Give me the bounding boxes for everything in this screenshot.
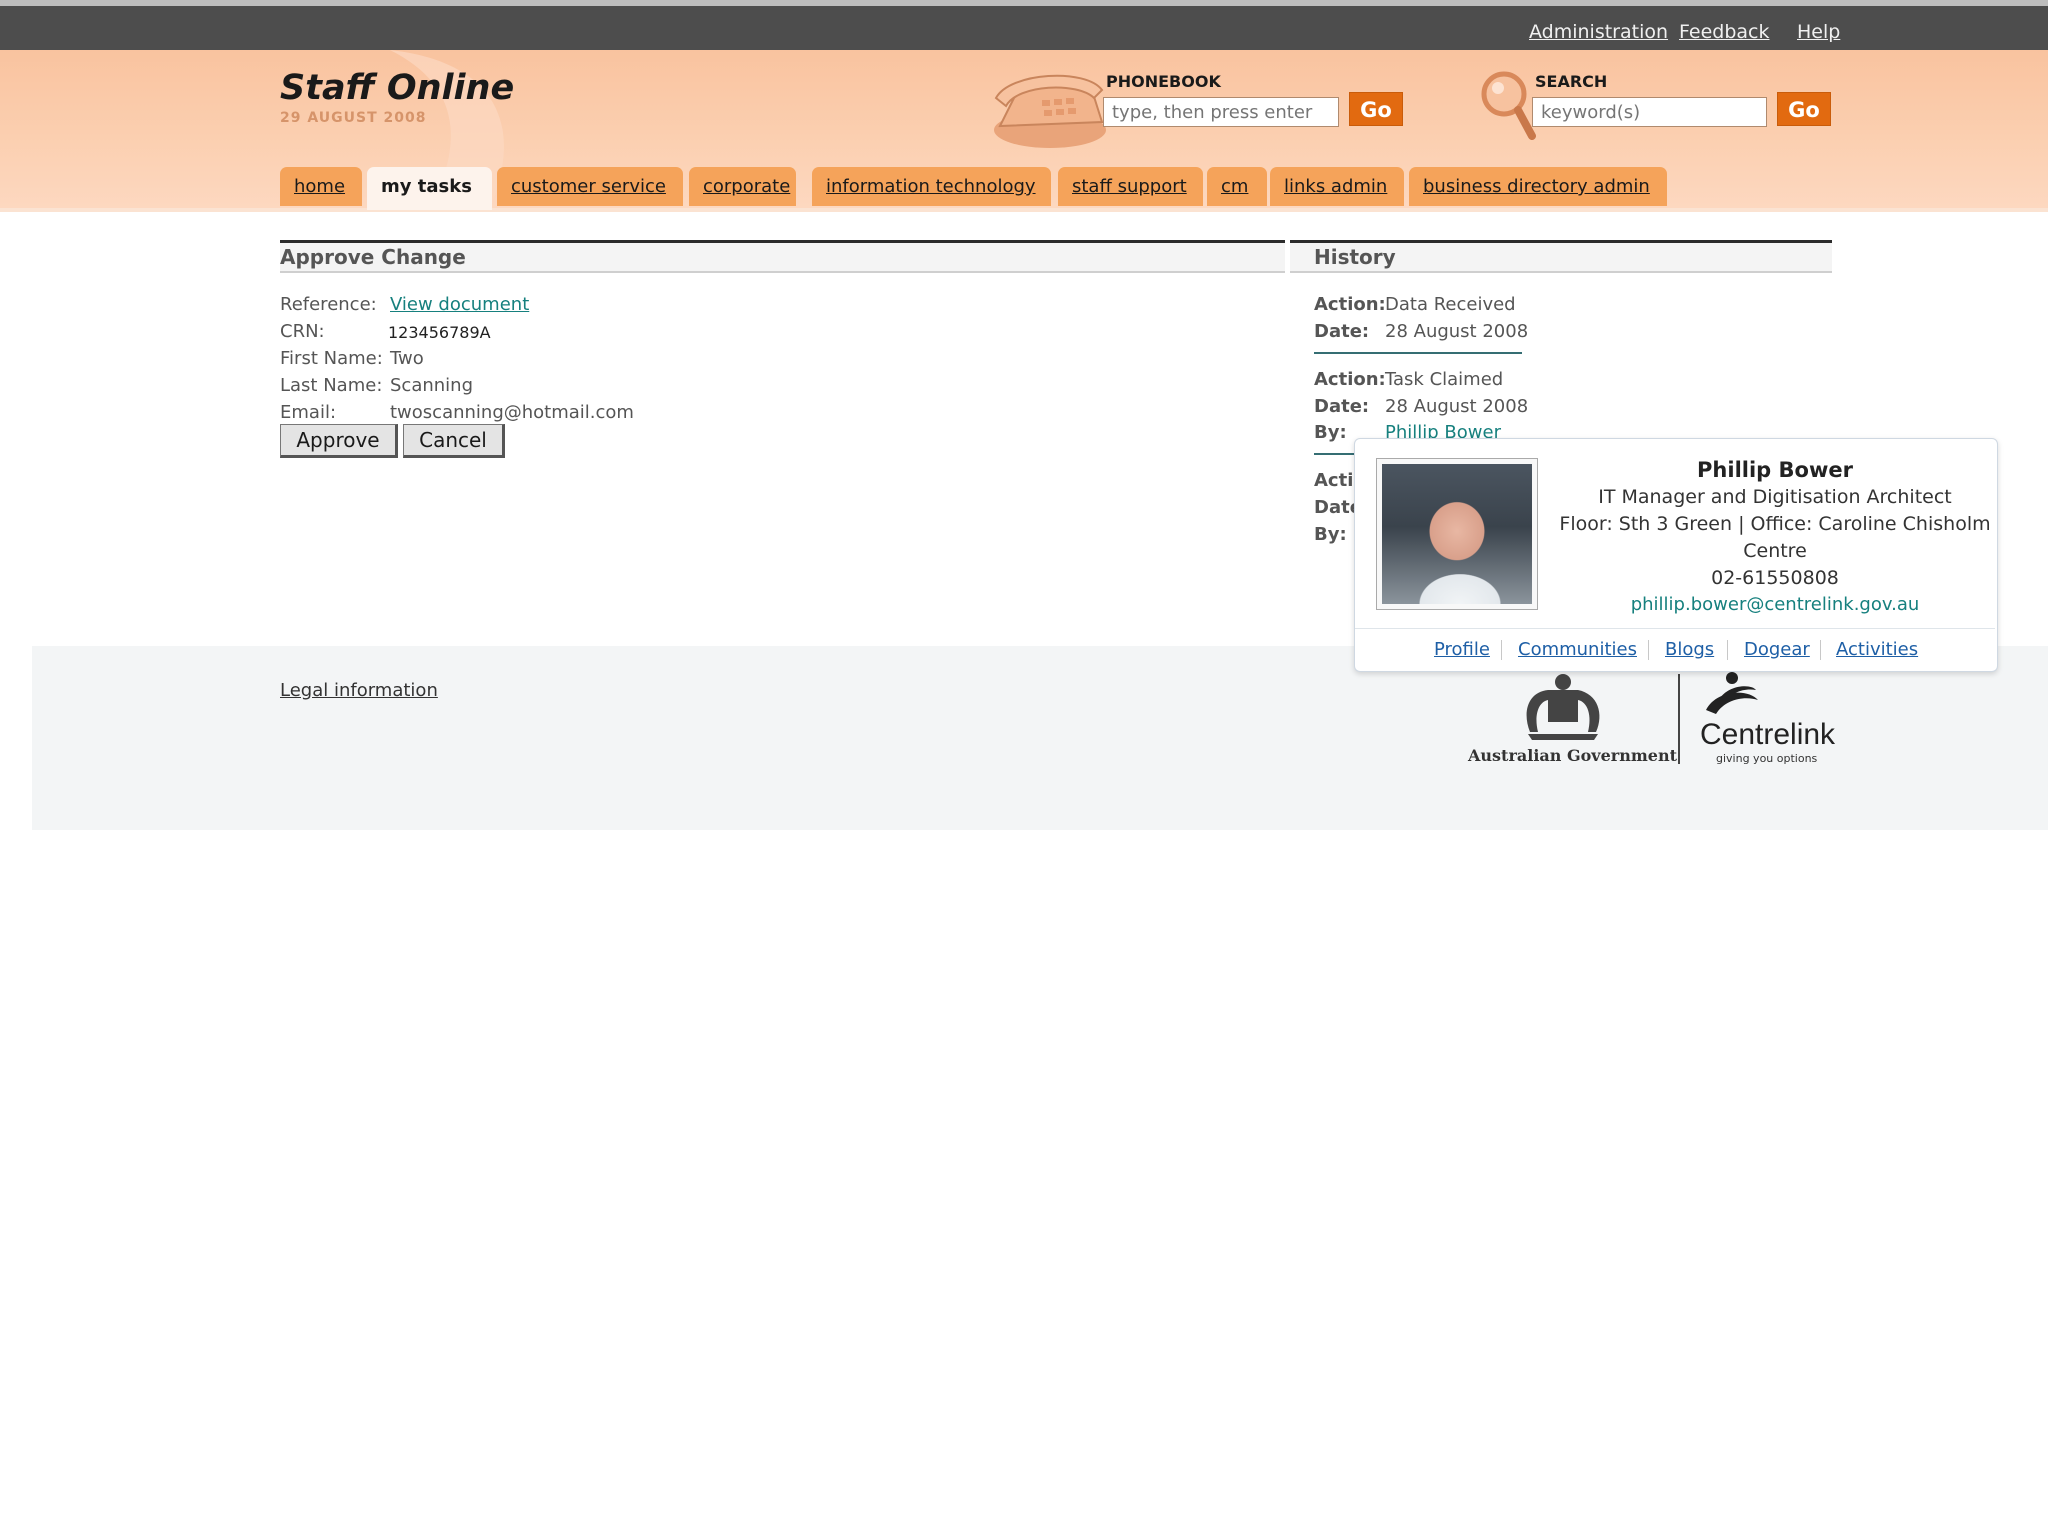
card-blogs-link[interactable]: Blogs (1665, 639, 1714, 660)
card-communities-link[interactable]: Communities (1518, 639, 1637, 660)
centrelink-logo-icon (1706, 672, 1758, 714)
card-location-continued: Centre (1743, 540, 1807, 562)
history-by-label: By: (1314, 524, 1347, 545)
tab-information-technology[interactable]: information technology (812, 167, 1051, 206)
administration-link[interactable]: Administration (1529, 21, 1668, 43)
approve-change-heading: Approve Change (280, 240, 1285, 273)
email-label: Email: (280, 402, 337, 423)
magnifier-icon (1481, 71, 1536, 140)
reference-label: Reference: (280, 294, 377, 315)
site-date: 29 AUGUST 2008 (280, 110, 427, 126)
tab-business-directory-admin[interactable]: business directory admin (1409, 167, 1667, 206)
history-action-label: Action: (1314, 294, 1386, 315)
crn-label: CRN: (280, 321, 325, 342)
feedback-link[interactable]: Feedback (1679, 21, 1769, 43)
history-date-value: 28 August 2008 (1385, 321, 1529, 342)
telephone-icon (994, 74, 1106, 148)
search-label: SEARCH (1535, 72, 1608, 91)
card-link-separator (1648, 640, 1649, 660)
tab-staff-support[interactable]: staff support (1058, 167, 1203, 206)
tab-home[interactable]: home (280, 167, 362, 206)
search-go-button[interactable]: Go (1777, 92, 1831, 126)
last-name-label: Last Name: (280, 375, 383, 396)
history-action-label: Action: (1314, 369, 1386, 390)
search-input[interactable] (1532, 97, 1767, 127)
card-job-title: IT Manager and Digitisation Architect (1598, 486, 1952, 508)
tab-cm[interactable]: cm (1207, 167, 1267, 206)
card-location: Floor: Sth 3 Green | Office: Caroline Ch… (1559, 513, 1991, 535)
tab-links-admin[interactable]: links admin (1270, 167, 1404, 206)
phonebook-label: PHONEBOOK (1106, 72, 1221, 91)
tab-corporate[interactable]: corporate (689, 167, 796, 206)
tab-customer-service[interactable]: customer service (497, 167, 683, 206)
first-name-label: First Name: (280, 348, 383, 369)
centrelink-name: Centrelink (1700, 718, 1836, 751)
phonebook-input[interactable] (1103, 97, 1339, 127)
history-date-label: Date: (1314, 321, 1370, 342)
card-links-divider (1355, 628, 1995, 629)
centrelink-tagline: giving you options (1716, 752, 1818, 765)
utility-bar: Administration Feedback Help (0, 6, 2048, 50)
history-separator (1314, 453, 1354, 455)
history-date-value: 28 August 2008 (1385, 396, 1529, 417)
last-name-value: Scanning (390, 375, 474, 396)
logo-divider (1678, 674, 1680, 764)
card-dogear-link[interactable]: Dogear (1744, 639, 1810, 660)
card-link-separator (1727, 640, 1728, 660)
card-person-name: Phillip Bower (1697, 458, 1853, 482)
card-link-separator (1501, 640, 1502, 660)
tab-my-tasks[interactable]: my tasks (367, 167, 492, 210)
cancel-button[interactable]: Cancel (403, 424, 505, 458)
phonebook-go-button[interactable]: Go (1349, 92, 1403, 126)
card-phone: 02-61550808 (1711, 567, 1839, 589)
australian-government-text: Australian Government (1468, 746, 1677, 765)
approve-button[interactable]: Approve (280, 424, 398, 458)
header-bottom-strip (0, 208, 2048, 212)
help-link[interactable]: Help (1797, 21, 1840, 43)
card-profile-link[interactable]: Profile (1434, 639, 1490, 660)
card-activities-link[interactable]: Activities (1836, 639, 1918, 660)
legal-information-link[interactable]: Legal information (280, 680, 438, 701)
card-link-separator (1820, 640, 1821, 660)
view-document-link[interactable]: View document (390, 294, 529, 315)
australian-government-crest-icon (1526, 674, 1600, 740)
email-value: twoscanning@hotmail.com (390, 402, 634, 423)
history-action-value: Task Claimed (1385, 369, 1504, 390)
history-date-label: Date: (1314, 396, 1370, 417)
crn-value: 123456789A (388, 323, 491, 342)
history-by-label: By: (1314, 422, 1347, 443)
card-email-link[interactable]: phillip.bower@centrelink.gov.au (1420, 594, 2048, 615)
first-name-value: Two (390, 348, 424, 369)
history-heading: History (1290, 240, 1832, 273)
history-action-label: Acti (1314, 470, 1354, 491)
history-separator (1314, 352, 1522, 354)
history-action-value: Data Received (1385, 294, 1516, 315)
site-title: Staff Online (280, 68, 515, 108)
